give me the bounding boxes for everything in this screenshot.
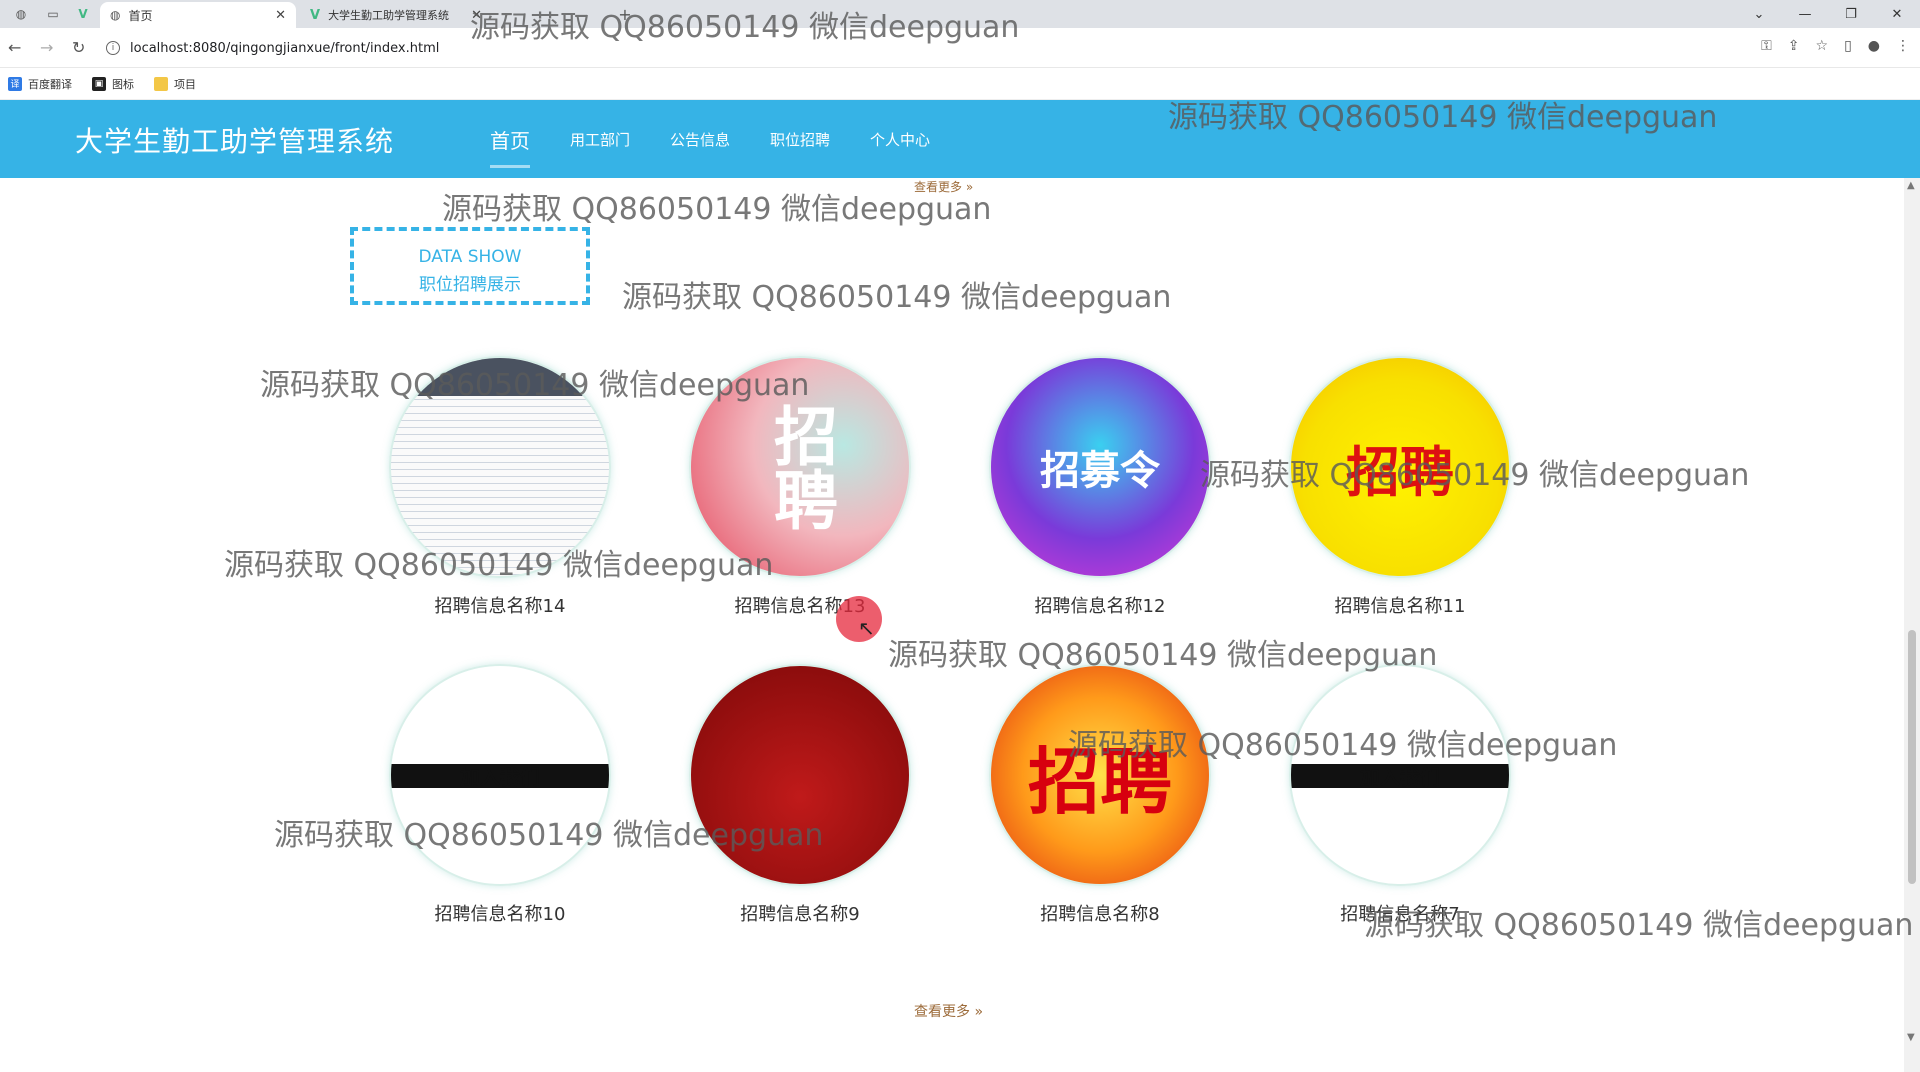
bookmark-label: 百度翻译 [28,77,72,91]
job-card[interactable]: 招聘信息名称9 [650,664,950,926]
image-icon: ▣ [92,76,106,91]
job-name[interactable]: 招聘信息名称13 [650,592,950,618]
job-card[interactable]: 加入我们 招聘信息名称10 [350,664,650,926]
tab-label: 首页 [128,8,153,23]
bookmarks-bar: 译 百度翻译 ▣ 图标 项目 [0,68,1920,100]
job-image[interactable]: 招聘 [989,664,1211,886]
reload-icon[interactable]: ↻ [72,38,85,57]
folder-icon [154,76,168,91]
job-name[interactable]: 招聘信息名称12 [950,592,1250,618]
section-title-cn: 职位招聘展示 [419,275,521,295]
job-image[interactable]: 招募令 [989,356,1211,578]
browser-toolbar: ← → ↻ i localhost:8080/qingongjianxue/fr… [0,28,1920,68]
image-text: 招募令 [1040,448,1160,494]
image-text: 加入我们 [460,764,540,789]
job-image[interactable]: 加入我们 [389,664,611,886]
job-name[interactable]: 招聘信息名称7 [1250,900,1550,926]
restore-icon[interactable]: ❐ [1828,7,1874,22]
scroll-down-icon[interactable]: ▼ [1907,1032,1915,1043]
vue-icon: V [310,7,321,23]
job-image[interactable]: 招聘 [689,356,911,578]
job-name[interactable]: 招聘信息名称14 [350,592,650,618]
info-icon[interactable]: i [106,41,120,55]
tab-system[interactable]: V 大学生勤工助学管理系统 ✕ [300,2,492,28]
forward-icon[interactable]: → [40,38,53,57]
profile-icon[interactable]: ● [1868,38,1880,54]
minimize-icon[interactable]: — [1782,7,1828,22]
bookmark-baidu-translate[interactable]: 译 百度翻译 [8,76,72,92]
url-text: localhost:8080/qingongjianxue/front/inde… [130,40,440,56]
section-title-en: DATA SHOW [418,247,522,267]
section-title-box: DATA SHOW 职位招聘展示 [350,227,590,305]
address-bar[interactable]: i localhost:8080/qingongjianxue/front/in… [106,34,1756,62]
job-card[interactable]: 加入我们 招聘信息名称7 [1250,664,1550,926]
bookmark-label: 项目 [174,77,196,91]
tab-label: 大学生勤工助学管理系统 [328,9,450,22]
window-controls: ⌄ — ❐ ✕ [1736,0,1920,28]
image-text: 加入我们 [1360,764,1440,789]
job-name[interactable]: 招聘信息名称11 [1250,592,1550,618]
globe-icon[interactable]: ◍ [8,4,34,24]
view-more-link-top[interactable]: 查看更多 » [914,178,973,195]
translate-icon: 译 [8,76,22,91]
star-icon[interactable]: ☆ [1816,38,1829,54]
job-image[interactable]: 加入我们 [1289,664,1511,886]
key-icon[interactable]: ⚿ [1761,38,1772,54]
image-text: 招聘 [763,403,837,531]
nav-personal-center[interactable]: 个人中心 [850,129,950,150]
nav-announcements[interactable]: 公告信息 [650,129,750,150]
nav-departments[interactable]: 用工部门 [550,129,650,150]
job-card[interactable]: 招聘 招聘信息名称11 [1250,356,1550,618]
back-icon[interactable]: ← [8,38,21,57]
scroll-up-icon[interactable]: ▲ [1907,180,1915,191]
sidebar-icon[interactable]: ▯ [1844,38,1852,54]
chevron-down-icon[interactable]: ⌄ [1736,7,1782,22]
main-content: 查看更多 » DATA SHOW 职位招聘展示 招聘信息名称14 招聘 招聘信息… [0,178,1904,1072]
job-card[interactable]: 招募令 招聘信息名称12 [950,356,1250,618]
job-card[interactable]: 招聘信息名称14 [350,356,650,618]
job-image[interactable] [389,356,611,578]
bookmark-project[interactable]: 项目 [154,76,196,92]
image-text: 招聘 [1346,440,1454,504]
share-icon[interactable]: ⇪ [1788,38,1800,54]
page-scrollbar[interactable]: ▲ ▼ [1904,178,1920,1072]
job-name[interactable]: 招聘信息名称9 [650,900,950,926]
site-brand: 大学生勤工助学管理系统 [75,125,395,158]
blank-tab-icon[interactable]: ▭ [40,4,66,24]
site-header: 大学生勤工助学管理系统 首页 用工部门 公告信息 职位招聘 个人中心 [0,100,1920,178]
job-image[interactable] [689,664,911,886]
view-more-link-bottom[interactable]: 查看更多 » [914,1001,983,1021]
nav-home[interactable]: 首页 [470,125,550,168]
job-image[interactable]: 招聘 [1289,356,1511,578]
job-name[interactable]: 招聘信息名称8 [950,900,1250,926]
menu-icon[interactable]: ⋮ [1896,38,1910,54]
close-icon[interactable]: ✕ [1874,7,1920,22]
job-name[interactable]: 招聘信息名称10 [350,900,650,926]
close-icon[interactable]: ✕ [471,8,482,23]
browser-tab-bar: ◍ ▭ V ◍ 首页 ✕ V 大学生勤工助学管理系统 ✕ + ⌄ — ❐ ✕ [0,0,1920,28]
tab-home[interactable]: ◍ 首页 ✕ [100,2,296,28]
close-icon[interactable]: ✕ [275,8,286,23]
main-nav: 首页 用工部门 公告信息 职位招聘 个人中心 [470,100,950,178]
new-tab-icon[interactable]: + [612,4,638,24]
bookmark-label: 图标 [112,77,134,91]
nav-jobs[interactable]: 职位招聘 [750,129,850,150]
job-card[interactable]: 招聘 招聘信息名称8 [950,664,1250,926]
toolbar-icons: ⚿ ⇪ ☆ ▯ ● ⋮ [1761,38,1910,54]
image-text: 招聘 [1027,739,1172,824]
globe-icon: ◍ [110,8,121,22]
scroll-thumb[interactable] [1908,630,1916,884]
vue-icon[interactable]: V [70,4,96,24]
job-card[interactable]: 招聘 招聘信息名称13 [650,356,950,618]
cursor-icon: ↖ [858,616,875,640]
bookmark-icons[interactable]: ▣ 图标 [92,76,134,92]
